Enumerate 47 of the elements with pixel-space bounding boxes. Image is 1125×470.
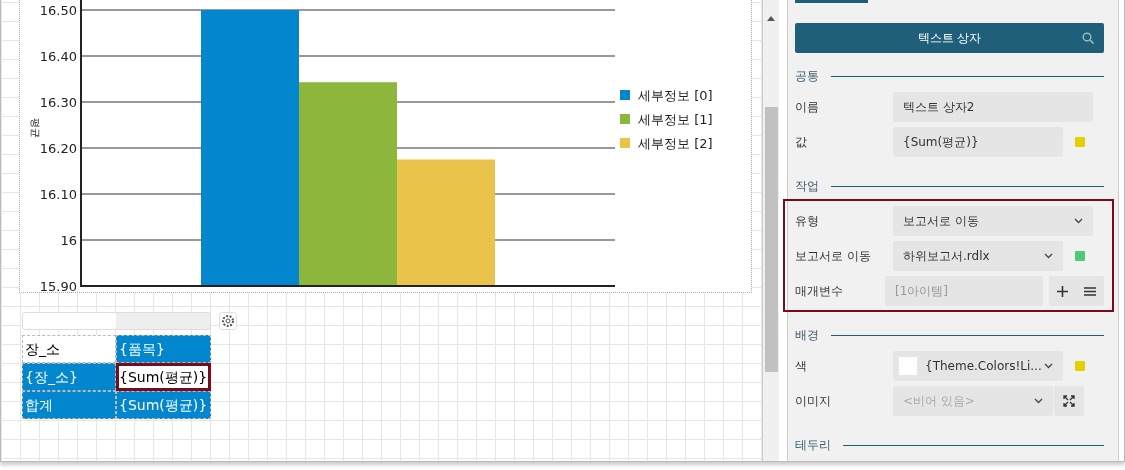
table-cell[interactable]: 합계 xyxy=(22,391,116,419)
chevron-down-icon xyxy=(1074,218,1083,224)
y-tick-label: 16.30 xyxy=(39,95,77,110)
search-icon xyxy=(1082,32,1094,44)
expand-icon[interactable] xyxy=(1063,395,1075,407)
y-tick-label: 16.50 xyxy=(39,3,77,18)
table-cell[interactable]: {Sum(평균)} xyxy=(116,391,211,419)
search-title-bar[interactable]: 텍스트 상자 xyxy=(795,23,1104,53)
table-cell[interactable]: {Sum(평균)} xyxy=(116,363,211,391)
color-swatch xyxy=(899,357,917,375)
chevron-down-icon xyxy=(1034,398,1043,404)
table-cell[interactable]: {품목} xyxy=(116,335,211,363)
property-label: 이름 xyxy=(795,99,820,116)
section-heading: 테두리 xyxy=(795,437,831,454)
section-heading: 배경 xyxy=(795,327,819,344)
chevron-down-icon xyxy=(1044,363,1053,369)
add-icon[interactable] xyxy=(1056,285,1068,297)
legend-label: 세부정보 [0] xyxy=(638,88,713,103)
text-field[interactable]: {Sum(평균)} xyxy=(893,127,1063,157)
text-field[interactable]: 텍스트 상자2 xyxy=(893,92,1093,122)
y-tick-label: 15.90 xyxy=(39,279,77,293)
property-label: 매개변수 xyxy=(795,283,844,300)
section-heading: 작업 xyxy=(795,178,819,195)
table-cell[interactable]: {장_소} xyxy=(22,363,116,391)
y-tick-label: 16.10 xyxy=(39,187,77,202)
chevron-down-icon xyxy=(1044,253,1053,259)
y-tick-label: 16 xyxy=(60,233,77,248)
scrollbar-thumb[interactable] xyxy=(764,107,778,372)
section-heading: 공통 xyxy=(795,68,819,85)
y-tick-label: 16.40 xyxy=(39,49,77,64)
y-axis-title: 평균 xyxy=(30,118,41,138)
menu-icon[interactable] xyxy=(1083,286,1096,296)
property-label: 값 xyxy=(795,134,808,151)
legend-label: 세부정보 [2] xyxy=(638,136,713,151)
legend-label: 세부정보 [1] xyxy=(638,112,713,127)
table-handle-bar[interactable] xyxy=(22,312,211,330)
gear-icon[interactable] xyxy=(219,312,237,330)
property-label: 색 xyxy=(795,358,808,375)
dropdown[interactable]: 보고서로 이동 xyxy=(893,206,1093,236)
property-label: 이미지 xyxy=(795,393,832,410)
property-label: 보고서로 이동 xyxy=(795,248,872,265)
scroll-up-arrow[interactable] xyxy=(767,16,775,21)
property-label: 유형 xyxy=(795,213,820,230)
color-dropdown[interactable]: {Theme.Colors!Li... xyxy=(893,351,1063,381)
table-cell[interactable]: 장_소 xyxy=(22,335,116,363)
dropdown[interactable]: 하위보고서.rdlx xyxy=(893,241,1063,271)
y-tick-label: 16.20 xyxy=(39,141,77,156)
